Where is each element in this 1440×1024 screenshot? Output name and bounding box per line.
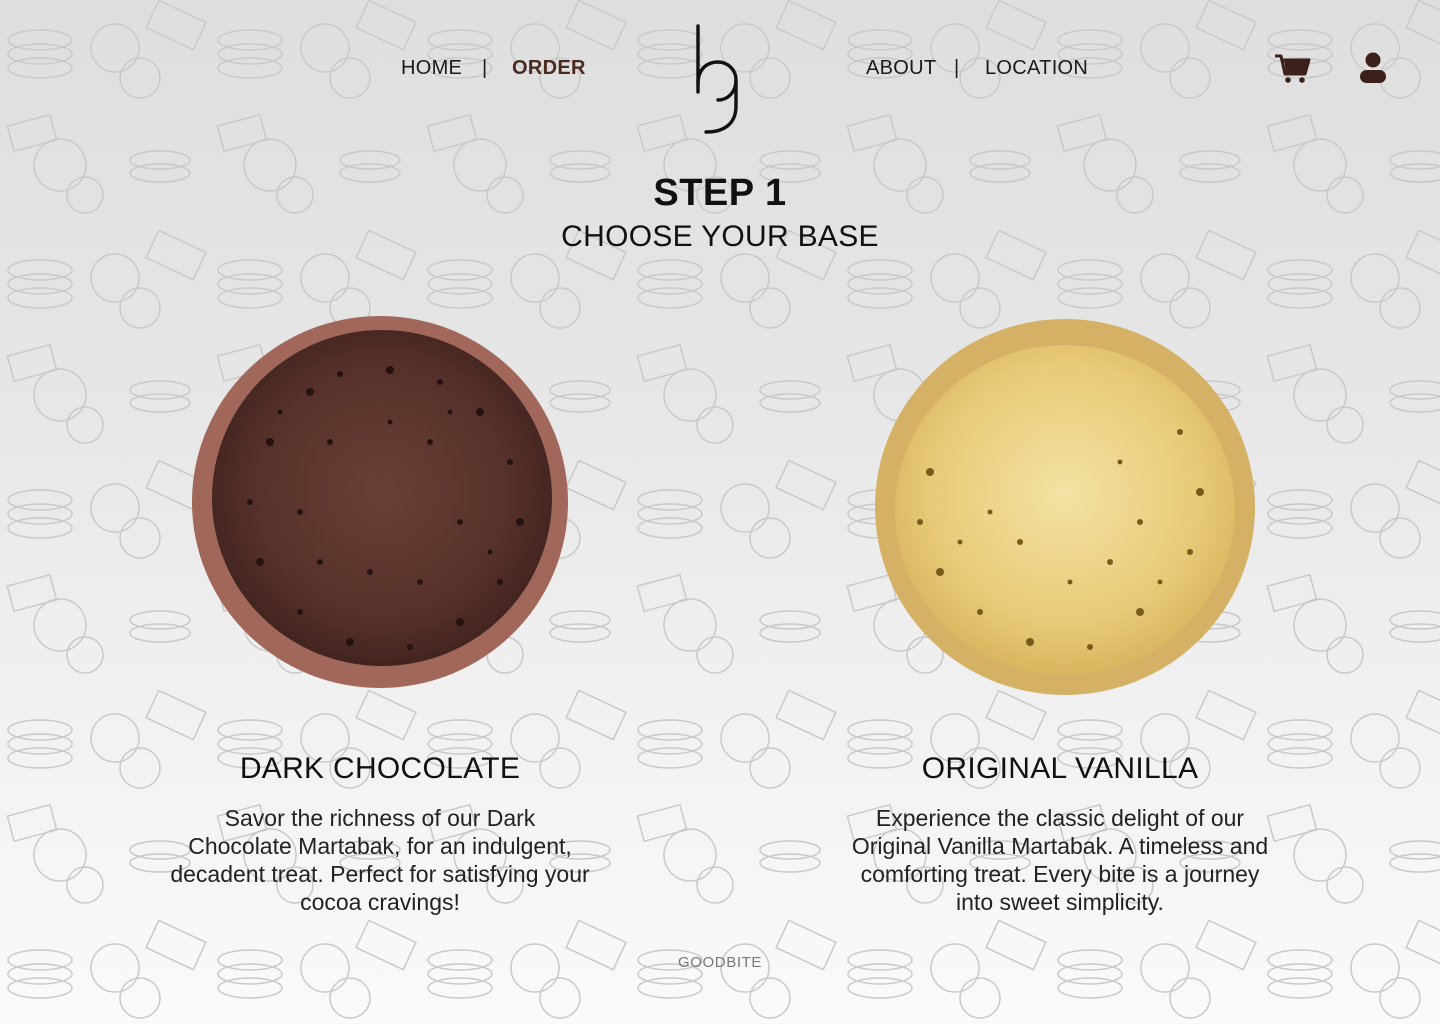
user-icon[interactable] [1353,48,1393,88]
option-name: DARK CHOCOLATE [239,752,521,785]
nav-separator: | [482,57,488,79]
footer-brand: GOODBITE [678,954,762,971]
cart-icon[interactable] [1272,48,1312,88]
option-description: Experience the classic delight of our Or… [851,805,1269,915]
goodbite-logo[interactable] [690,22,752,138]
nav-location[interactable]: LOCATION [985,56,1088,80]
nav-separator: | [954,57,960,79]
step-title: STEP 1 [653,172,787,214]
page: HOME | ORDER ABOUT | LOCATION STEP 1 CHO… [0,0,1440,1024]
nav-about[interactable]: ABOUT [866,56,936,80]
step-subtitle: CHOOSE YOUR BASE [561,220,879,253]
option-name: ORIGINAL VANILLA [921,752,1199,785]
base-option-dark-chocolate[interactable]: DARK CHOCOLATE Savor the richness of our… [170,312,590,932]
nav-home[interactable]: HOME [401,56,462,80]
option-description: Savor the richness of our Dark Chocolate… [170,805,590,915]
nav-order[interactable]: ORDER [512,56,586,80]
dark-chocolate-martabak-image [192,316,568,688]
base-option-original-vanilla[interactable]: ORIGINAL VANILLA Experience the classic … [850,312,1270,932]
original-vanilla-martabak-image [875,319,1255,695]
